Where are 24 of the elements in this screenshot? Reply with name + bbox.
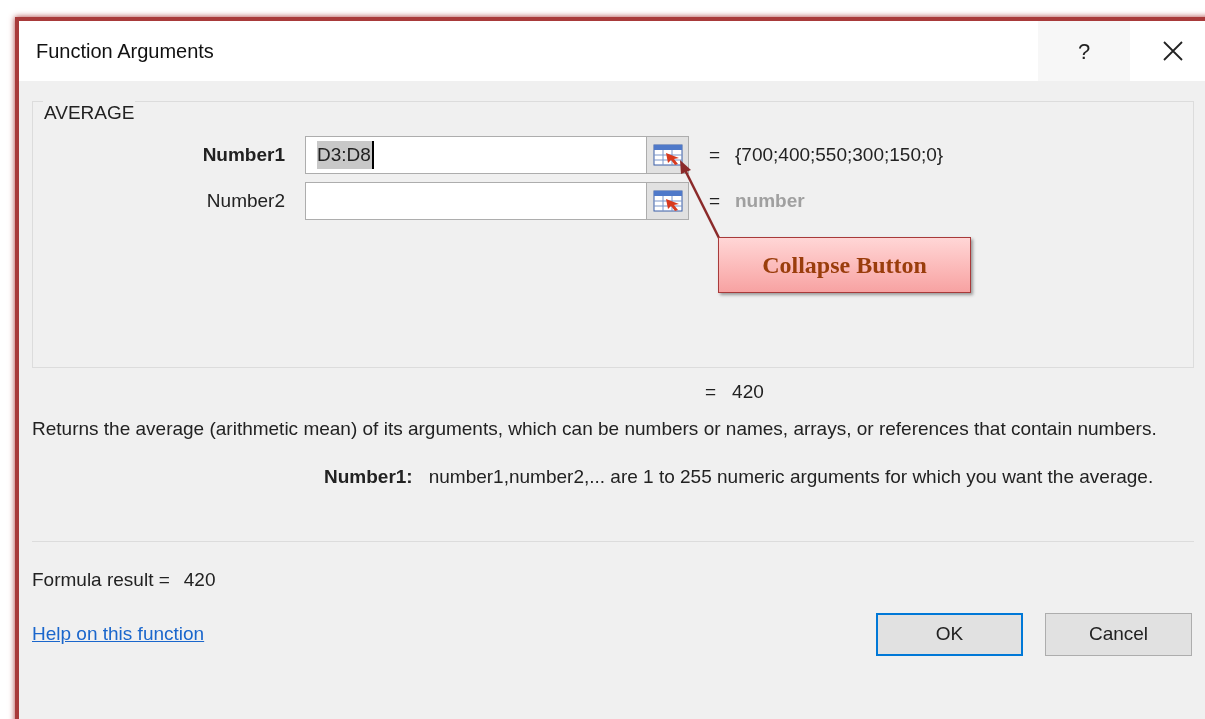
close-icon	[1161, 40, 1184, 62]
argument-label: Number1:	[324, 465, 413, 489]
argument-label: Number1	[201, 142, 286, 167]
result-value: 420	[732, 379, 764, 404]
equals-sign: =	[709, 188, 722, 213]
formula-result-label: Formula result =	[32, 568, 170, 592]
result-hint: number	[735, 188, 805, 213]
argument-field[interactable]	[305, 182, 689, 220]
description-text: Returns the average (arithmetic mean) of its arguments, which can be numbers or names, arrays, or references that contain numbers.	[32, 417, 1158, 441]
dialog-button[interactable]: OK	[876, 612, 1023, 656]
collapse-button[interactable]	[646, 137, 688, 173]
dialog-button[interactable]: Cancel	[1045, 612, 1192, 656]
collapse-button[interactable]	[646, 183, 688, 219]
result-value: {700;400;550;300;150;0}	[735, 142, 944, 167]
help-link[interactable]: Help on this function	[32, 619, 205, 649]
argument-label: Number2	[205, 188, 286, 213]
argument-help-text: number1,number2,... are 1 to 255 numeric arguments for which you want the average.	[428, 465, 1155, 489]
window-title: Function Arguments	[36, 39, 214, 64]
formula-result-value: 420	[183, 568, 216, 592]
help-button[interactable]: ?	[1038, 21, 1130, 81]
callout-label: Collapse Button	[718, 237, 971, 293]
equals-sign: =	[709, 142, 722, 167]
argument-field[interactable]: D3:D8	[305, 136, 689, 174]
equals-sign: =	[705, 379, 717, 404]
